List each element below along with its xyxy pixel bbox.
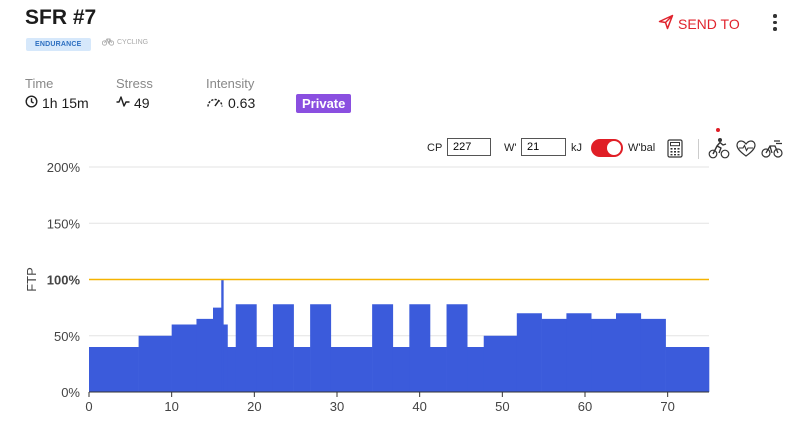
y-tick-label: 200% — [47, 160, 81, 175]
power-bar — [330, 347, 373, 392]
power-bar — [223, 324, 228, 392]
sport-indicator: CYCLING — [101, 37, 149, 48]
more-options-icon[interactable] — [771, 14, 779, 34]
gauge-icon — [206, 95, 224, 111]
power-bar — [616, 313, 642, 392]
pulse-icon — [116, 95, 130, 111]
power-bar — [196, 318, 214, 392]
power-bar — [483, 335, 518, 392]
y-tick-label: 0% — [61, 385, 80, 400]
x-tick-label: 70 — [660, 399, 674, 414]
y-tick-label: 50% — [54, 329, 80, 344]
power-bar — [227, 347, 237, 392]
workout-title: SFR #7 — [25, 6, 97, 29]
cp-input[interactable] — [447, 138, 491, 156]
w-prime-input[interactable] — [521, 138, 566, 156]
power-bar — [293, 347, 311, 392]
x-tick-label: 20 — [247, 399, 261, 414]
power-bar — [446, 304, 468, 392]
power-bar — [591, 318, 617, 392]
stress-metric: 49 — [116, 95, 150, 111]
power-bar — [235, 304, 257, 392]
workout-power-chart: 0% 50% 100% 150% 200% 0 10 20 30 40 50 60 70 FTP — [24, 160, 710, 414]
w-prime-unit: kJ — [571, 142, 582, 154]
x-tick-label: 30 — [330, 399, 344, 414]
power-bar — [640, 318, 666, 392]
intensity-metric: 0.63 — [206, 95, 255, 111]
power-bar — [272, 304, 294, 392]
y-tick-label: 100% — [47, 273, 81, 288]
w-prime-label: W' — [504, 142, 517, 154]
power-bar — [430, 347, 447, 392]
power-bar — [409, 304, 431, 392]
x-tick-label: 50 — [495, 399, 509, 414]
intensity-value: 0.63 — [228, 95, 256, 111]
sport-label: CYCLING — [117, 39, 149, 46]
workout-type-tag: ENDURANCE — [26, 38, 91, 51]
power-bar — [171, 324, 197, 392]
x-tick-label: 10 — [164, 399, 178, 414]
power-bar — [516, 313, 542, 392]
x-tick-label: 0 — [85, 399, 92, 414]
privacy-badge: Private — [296, 94, 352, 113]
power-bar — [221, 279, 224, 392]
active-indicator — [716, 128, 720, 132]
x-tick-label: 60 — [578, 399, 592, 414]
power-bar — [310, 304, 332, 392]
send-to-label: SEND TO — [678, 15, 740, 32]
power-bar — [213, 307, 222, 392]
cp-label: CP — [427, 142, 443, 154]
y-tick-label: 150% — [47, 216, 81, 231]
power-bar — [138, 335, 172, 392]
stress-label: Stress — [116, 76, 153, 91]
intensity-label: Intensity — [206, 76, 255, 91]
wbal-label: W'bal — [628, 142, 656, 154]
send-icon — [658, 14, 674, 33]
time-label: Time — [25, 76, 54, 91]
clock-icon — [25, 95, 38, 111]
power-bar — [566, 313, 592, 392]
bike-icon — [101, 37, 115, 48]
time-value: 1h 15m — [42, 95, 89, 111]
y-axis-label: FTP — [24, 267, 39, 292]
power-bar — [372, 304, 394, 392]
send-to-button[interactable]: SEND TO — [658, 14, 740, 33]
x-tick-label: 40 — [412, 399, 426, 414]
time-metric: 1h 15m — [25, 95, 89, 111]
power-bar — [89, 347, 139, 392]
power-bar — [665, 347, 710, 392]
stress-value: 49 — [134, 95, 150, 111]
power-bar — [256, 347, 274, 392]
power-bar — [467, 347, 485, 392]
power-bar — [541, 318, 567, 392]
power-bar — [392, 347, 410, 392]
